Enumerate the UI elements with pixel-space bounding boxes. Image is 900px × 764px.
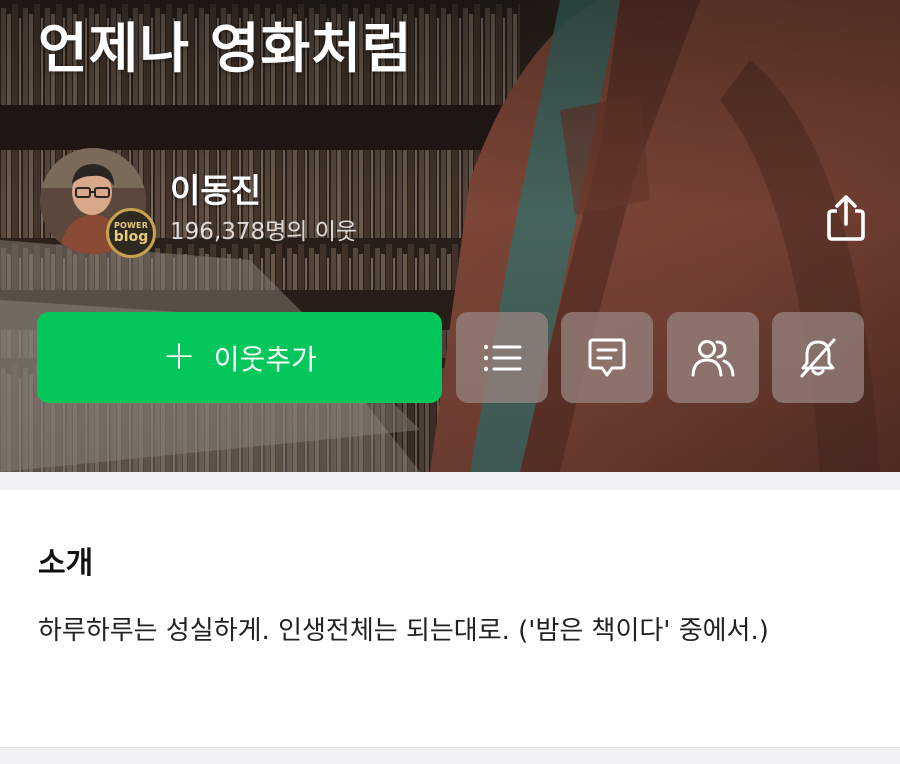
intro-section: 소개 하루하루는 성실하게. 인생전체는 되는대로. ('밤은 책이다' 중에서… <box>0 490 900 748</box>
neighbors-button[interactable] <box>667 312 759 403</box>
category-list-button[interactable] <box>456 312 548 403</box>
share-button[interactable] <box>820 192 872 244</box>
guestbook-button[interactable] <box>561 312 653 403</box>
plus-icon: + <box>162 332 196 379</box>
owner-name[interactable]: 이동진 <box>170 164 261 212</box>
badge-line2: blog <box>113 229 149 245</box>
message-icon <box>588 338 626 376</box>
blog-title: 언제나 영화처럼 <box>38 17 413 80</box>
power-blog-badge: POWER blog <box>106 208 156 258</box>
intro-heading: 소개 <box>38 546 94 581</box>
blog-header: 언제나 영화처럼 POWER blog 이동진 196,378명의 이웃 + 이… <box>0 0 900 472</box>
people-icon <box>691 339 735 376</box>
share-icon <box>827 195 865 241</box>
neighbor-count[interactable]: 196,378명의 이웃 <box>170 212 357 246</box>
notification-button[interactable] <box>772 312 864 403</box>
add-neighbor-button[interactable]: + 이웃추가 <box>37 312 442 403</box>
list-icon <box>483 344 522 371</box>
bell-off-icon <box>800 338 836 377</box>
add-neighbor-label: 이웃추가 <box>213 342 317 376</box>
intro-text: 하루하루는 성실하게. 인생전체는 되는대로. ('밤은 책이다' 중에서.) <box>38 616 769 646</box>
